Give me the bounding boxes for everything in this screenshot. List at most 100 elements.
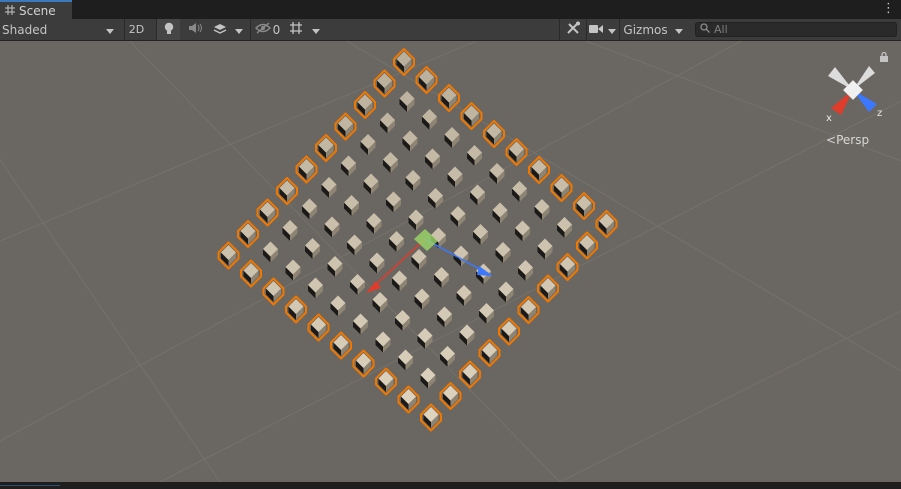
cube[interactable] <box>467 145 482 166</box>
audio-toggle-button[interactable] <box>183 19 207 40</box>
cube[interactable] <box>456 285 472 306</box>
selected-cube[interactable] <box>576 231 598 260</box>
cube[interactable] <box>324 216 340 238</box>
lighting-toggle-button[interactable] <box>156 19 180 40</box>
cube[interactable] <box>440 346 455 367</box>
selected-cube[interactable] <box>438 84 460 112</box>
search-field[interactable]: All <box>695 22 897 37</box>
lock-icon[interactable] <box>879 52 889 62</box>
selected-cube[interactable] <box>498 317 520 346</box>
cube[interactable] <box>263 241 278 263</box>
selected-cube[interactable] <box>397 385 420 414</box>
cube[interactable] <box>383 152 398 173</box>
shading-mode-dropdown[interactable]: Shaded <box>0 19 118 40</box>
cube[interactable] <box>327 256 343 277</box>
cube[interactable] <box>405 170 421 191</box>
selected-cube[interactable] <box>315 134 337 162</box>
cube[interactable] <box>360 134 376 155</box>
selected-cube[interactable] <box>505 138 528 166</box>
cube[interactable] <box>459 324 475 346</box>
cube[interactable] <box>402 130 418 152</box>
selected-cube[interactable] <box>352 349 375 378</box>
tab-scene[interactable]: Scene <box>0 0 72 19</box>
selected-cube[interactable] <box>375 367 397 396</box>
selected-cube[interactable] <box>439 382 462 410</box>
more-options-icon[interactable]: ⋮ <box>882 1 895 17</box>
cube[interactable] <box>386 191 401 213</box>
grid-dropdown[interactable] <box>307 19 325 40</box>
cube[interactable] <box>341 155 356 177</box>
selected-cube[interactable] <box>276 177 298 205</box>
gizmos-dropdown[interactable] <box>671 19 687 40</box>
effects-dropdown[interactable] <box>232 19 246 40</box>
cube[interactable] <box>366 213 382 234</box>
cube[interactable] <box>344 195 359 216</box>
cube[interactable] <box>414 288 430 310</box>
cube[interactable] <box>353 313 368 335</box>
gizmos-button[interactable]: Gizmos <box>619 19 671 40</box>
cube[interactable] <box>447 166 463 188</box>
cube[interactable] <box>450 206 466 227</box>
selected-cube[interactable] <box>256 198 279 227</box>
selected-cube[interactable] <box>550 174 573 202</box>
camera-button[interactable] <box>586 19 606 40</box>
selected-cube[interactable] <box>334 112 357 141</box>
cube[interactable] <box>285 259 301 281</box>
cube[interactable] <box>557 217 572 238</box>
scene-canvas[interactable]: x z <box>0 41 901 482</box>
cube[interactable] <box>321 177 337 198</box>
selected-cube[interactable] <box>262 277 285 306</box>
cube[interactable] <box>512 181 527 202</box>
cube[interactable] <box>308 277 323 299</box>
selected-cube[interactable] <box>373 69 396 98</box>
cube[interactable] <box>498 281 514 303</box>
cube[interactable] <box>425 148 440 170</box>
toggle-2d-button[interactable]: 2D <box>124 19 148 40</box>
cube[interactable] <box>470 184 485 206</box>
selected-cube[interactable] <box>459 360 481 389</box>
selected-cube[interactable] <box>415 66 438 94</box>
cube[interactable] <box>350 274 365 295</box>
selected-cube[interactable] <box>354 91 376 119</box>
cube[interactable] <box>534 199 550 220</box>
tools-button[interactable] <box>559 19 585 40</box>
cube[interactable] <box>389 231 404 252</box>
cube[interactable] <box>399 91 415 112</box>
cube[interactable] <box>518 260 533 281</box>
selected-cube[interactable] <box>237 220 259 248</box>
cube[interactable] <box>489 163 505 184</box>
cube[interactable] <box>392 270 407 292</box>
cube[interactable] <box>380 112 395 134</box>
selected-cube[interactable] <box>240 259 262 288</box>
scene-viewport[interactable]: x z <Persp <box>0 41 901 482</box>
cube[interactable] <box>473 224 488 245</box>
cube[interactable] <box>305 238 320 259</box>
hidden-objects-toggle[interactable]: 0 <box>250 19 284 40</box>
cube[interactable] <box>434 267 449 288</box>
effects-toggle-button[interactable] <box>208 19 232 40</box>
selected-cube[interactable] <box>528 156 550 184</box>
selected-cube[interactable] <box>478 339 501 367</box>
cube[interactable] <box>479 303 494 324</box>
cube[interactable] <box>428 188 443 209</box>
cube[interactable] <box>444 127 460 148</box>
cube[interactable] <box>375 331 391 353</box>
cube[interactable] <box>411 249 427 270</box>
cube[interactable] <box>330 295 346 317</box>
cube[interactable] <box>417 328 433 349</box>
selected-cube[interactable] <box>295 155 318 184</box>
cube[interactable] <box>515 220 530 242</box>
cube[interactable] <box>537 238 553 260</box>
selected-cube[interactable] <box>573 192 595 220</box>
cube[interactable] <box>282 220 298 241</box>
selected-cube[interactable] <box>517 296 540 324</box>
selected-cube[interactable] <box>460 102 483 130</box>
cube[interactable] <box>437 306 452 328</box>
cube[interactable] <box>302 198 317 220</box>
cube[interactable] <box>372 292 388 313</box>
cube[interactable] <box>422 109 437 130</box>
selected-cube[interactable] <box>420 403 442 432</box>
selected-cube[interactable] <box>217 241 240 270</box>
cube[interactable] <box>363 173 379 195</box>
cube[interactable] <box>492 202 508 224</box>
